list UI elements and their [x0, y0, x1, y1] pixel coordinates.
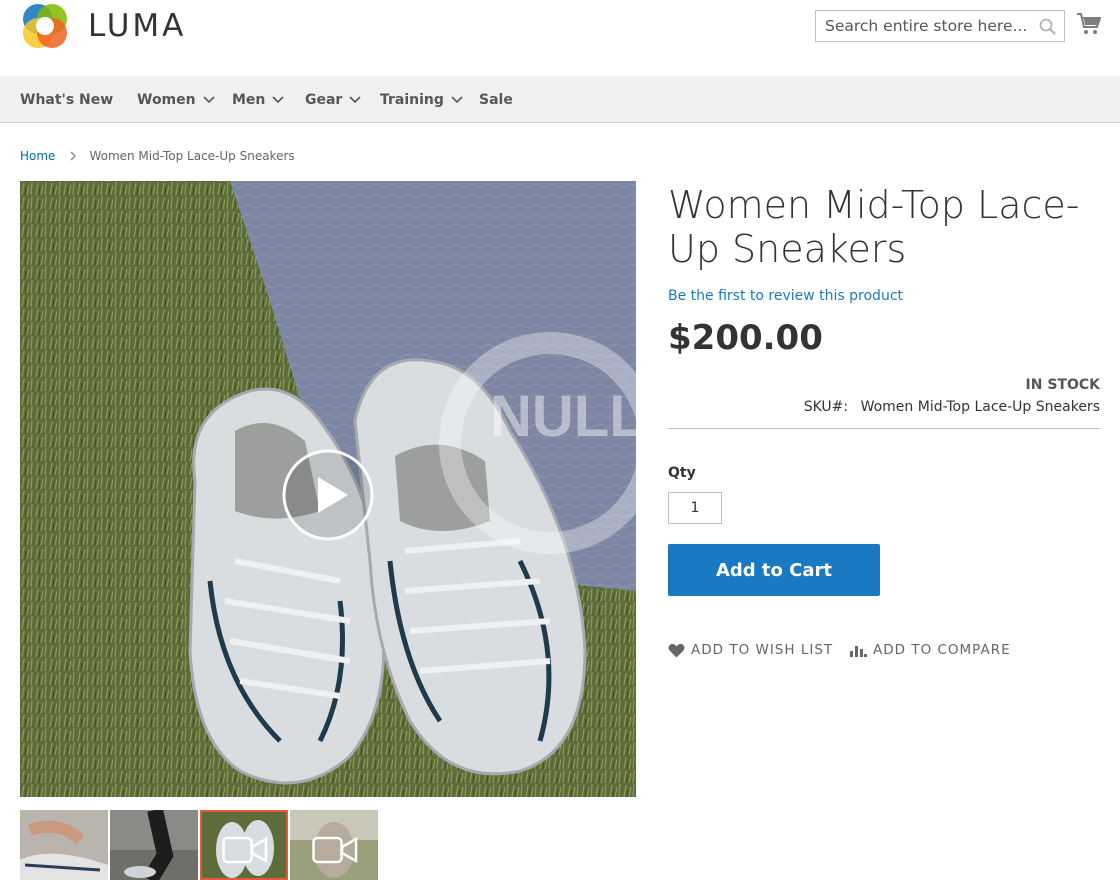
add-to-cart-button[interactable]: Add to Cart — [668, 544, 880, 596]
product-sku: SKU#: Women Mid-Top Lace-Up Sneakers — [804, 399, 1100, 415]
nav-item-label: What's New — [20, 91, 114, 108]
wishlist-label: ADD TO WISH LIST — [691, 642, 834, 658]
nav-item-label: Gear — [305, 91, 343, 108]
nav-item-label: Training — [380, 91, 444, 108]
chevron-down-icon — [203, 95, 215, 103]
store-logo[interactable]: LUMA — [20, 2, 186, 50]
thumbnail-3-active[interactable] — [200, 810, 288, 880]
thumbnail-2[interactable] — [110, 810, 198, 880]
qty-label: Qty — [668, 465, 696, 481]
bar-chart-icon — [850, 646, 867, 657]
watermark-text: NULLPRO — [490, 384, 636, 449]
breadcrumb-home-link[interactable]: Home — [20, 149, 55, 163]
breadcrumb-current: Women Mid-Top Lace-Up Sneakers — [89, 149, 295, 163]
nav-item-sale[interactable]: Sale — [479, 76, 513, 123]
thumbnail-1[interactable] — [20, 810, 108, 880]
product-main-image[interactable]: NULLPRO — [20, 181, 636, 797]
add-to-compare-link[interactable]: ADD TO COMPARE — [850, 642, 1011, 658]
divider — [668, 428, 1100, 429]
product-price: $200.00 — [668, 318, 823, 358]
product-title: Women Mid-Top Lace-Up Sneakers — [668, 183, 1080, 271]
play-icon[interactable] — [282, 449, 374, 541]
stock-status: In stock — [1025, 377, 1100, 393]
main-navigation: What's New Women Men Gear Training Sale — [0, 76, 1120, 123]
qty-input[interactable] — [668, 492, 722, 524]
cart-icon[interactable] — [1076, 12, 1102, 36]
chevron-down-icon — [451, 95, 463, 103]
breadcrumb: Home Women Mid-Top Lace-Up Sneakers — [20, 149, 295, 163]
nav-item-gear[interactable]: Gear — [305, 76, 361, 123]
video-camera-icon — [312, 836, 358, 864]
thumbnail-4[interactable] — [290, 810, 378, 880]
search-input[interactable] — [816, 11, 1026, 41]
sku-label: SKU#: — [803, 399, 849, 415]
thumbnail-image — [20, 810, 108, 880]
first-review-link[interactable]: Be the first to review this product — [668, 288, 903, 304]
nav-item-men[interactable]: Men — [232, 76, 284, 123]
nav-item-women[interactable]: Women — [137, 76, 215, 123]
chevron-down-icon — [272, 95, 284, 103]
chevron-down-icon — [349, 95, 361, 103]
search-box — [815, 10, 1065, 42]
thumbnail-image — [110, 810, 198, 880]
page-header: LUMA — [0, 0, 1120, 76]
nav-item-whats-new[interactable]: What's New — [20, 76, 113, 123]
add-to-wishlist-link[interactable]: ADD TO WISH LIST — [668, 642, 833, 658]
nav-item-label: Women — [137, 91, 196, 108]
chevron-right-icon — [70, 151, 77, 161]
luma-logo-icon — [23, 4, 67, 48]
nav-item-label: Men — [232, 91, 266, 108]
nav-item-training[interactable]: Training — [380, 76, 463, 123]
brand-name: LUMA — [88, 8, 187, 44]
gallery-thumbnails — [20, 810, 378, 880]
heart-icon — [668, 643, 685, 657]
nav-item-label: Sale — [479, 91, 513, 108]
compare-label: ADD TO COMPARE — [873, 642, 1011, 658]
video-camera-icon — [222, 836, 268, 864]
search-icon[interactable] — [1038, 17, 1058, 37]
sku-value: Women Mid-Top Lace-Up Sneakers — [860, 399, 1100, 415]
